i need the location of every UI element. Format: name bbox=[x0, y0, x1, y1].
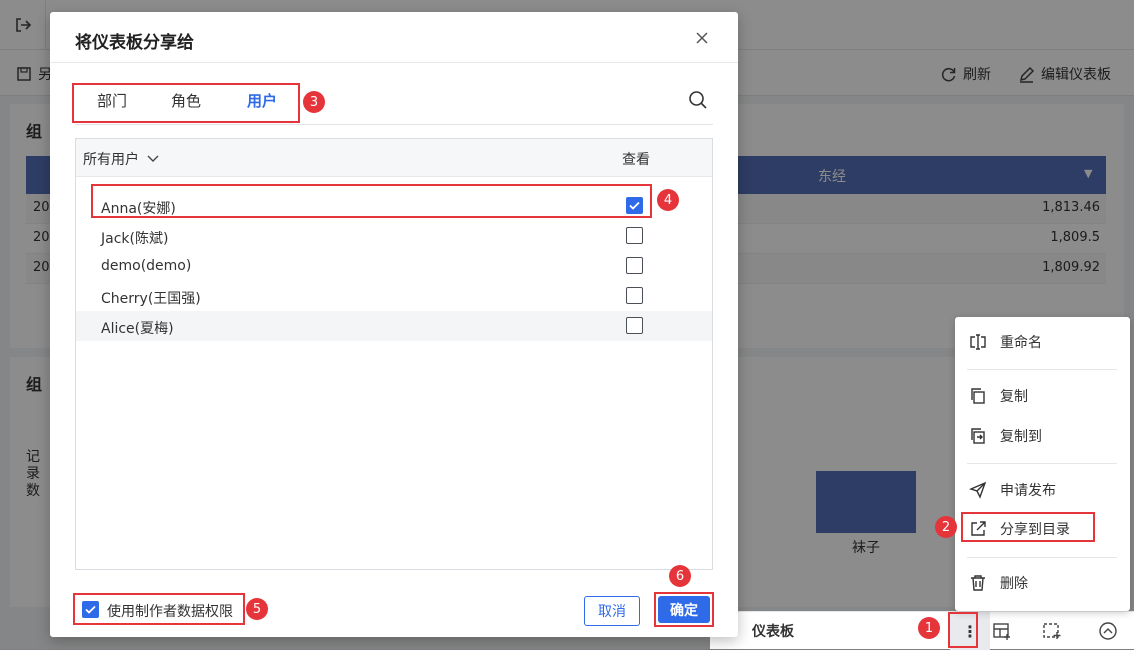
view-column-header: 查看 bbox=[622, 152, 650, 168]
list-header: 所有用户 查看 bbox=[76, 139, 712, 177]
annotation-badge: 2 bbox=[935, 516, 957, 538]
menu-item-label: 复制到 bbox=[1000, 429, 1042, 445]
menu-item-rename[interactable]: 重命名 bbox=[955, 325, 1130, 359]
all-users-dropdown[interactable]: 所有用户 bbox=[83, 149, 159, 169]
rename-icon bbox=[969, 333, 987, 351]
copy-icon bbox=[969, 387, 987, 405]
menu-divider bbox=[967, 369, 1117, 370]
menu-item-delete[interactable]: 删除 bbox=[955, 566, 1130, 600]
user-row[interactable]: Jack(陈斌) bbox=[76, 221, 712, 251]
ok-button[interactable]: 确定 bbox=[658, 596, 710, 623]
view-permission-checkbox[interactable] bbox=[626, 257, 643, 274]
collapse-up-icon[interactable] bbox=[1098, 621, 1118, 645]
annotation-box-tabs bbox=[72, 83, 300, 123]
use-creator-permission-checkbox[interactable] bbox=[82, 601, 99, 618]
dialog-title: 将仪表板分享给 bbox=[75, 33, 194, 53]
menu-item-copy[interactable]: 复制 bbox=[955, 379, 1130, 413]
add-widget-icon[interactable] bbox=[1042, 621, 1062, 645]
menu-item-copy-to[interactable]: 复制到 bbox=[955, 419, 1130, 453]
user-name: demo(demo) bbox=[101, 258, 192, 274]
search-icon[interactable] bbox=[688, 90, 708, 114]
list-header-label: 所有用户 bbox=[83, 152, 139, 168]
title-divider bbox=[50, 62, 738, 63]
annotation-box-more bbox=[948, 612, 978, 648]
view-permission-checkbox[interactable] bbox=[626, 317, 643, 334]
annotation-badge: 3 bbox=[303, 91, 325, 113]
menu-divider bbox=[967, 463, 1117, 464]
copy-to-icon bbox=[969, 427, 987, 445]
annotation-box-anna bbox=[91, 184, 652, 218]
user-name: Alice(夏梅) bbox=[101, 321, 174, 337]
user-name: Cherry(王国强) bbox=[101, 291, 201, 307]
user-row[interactable]: Cherry(王国强) bbox=[76, 281, 712, 311]
annotation-badge: 4 bbox=[657, 189, 679, 211]
share-dialog: 将仪表板分享给 部门 角色 用户 3 所有用户 查看 Anna(安娜) Jack(… bbox=[50, 12, 738, 637]
add-component-icon[interactable] bbox=[992, 621, 1012, 645]
annotation-box-share bbox=[961, 512, 1095, 542]
annotation-badge: 5 bbox=[246, 598, 268, 620]
tabs-divider bbox=[75, 124, 713, 125]
cancel-button[interactable]: 取消 bbox=[584, 596, 640, 626]
user-row[interactable]: Alice(夏梅) bbox=[76, 311, 712, 341]
context-menu: 重命名 复制 复制到 申请发布 分享到目录 删除 bbox=[955, 317, 1130, 611]
annotation-badge: 6 bbox=[669, 565, 691, 587]
view-permission-checkbox[interactable] bbox=[626, 227, 643, 244]
user-name: Jack(陈斌) bbox=[101, 231, 169, 247]
menu-item-label: 重命名 bbox=[1000, 335, 1042, 351]
annotation-badge: 1 bbox=[918, 617, 940, 639]
menu-item-label: 申请发布 bbox=[1000, 483, 1056, 499]
dashboard-tab[interactable]: 仪表板 bbox=[752, 621, 794, 641]
menu-item-label: 复制 bbox=[1000, 389, 1028, 405]
send-icon bbox=[969, 481, 987, 499]
chevron-down-icon bbox=[147, 155, 159, 162]
menu-item-request-publish[interactable]: 申请发布 bbox=[955, 473, 1130, 507]
menu-divider bbox=[967, 557, 1117, 558]
user-row[interactable]: demo(demo) bbox=[76, 251, 712, 281]
menu-item-label: 删除 bbox=[1000, 576, 1028, 592]
use-creator-permission-label: 使用制作者数据权限 bbox=[107, 604, 233, 620]
close-icon[interactable] bbox=[692, 28, 712, 48]
view-permission-checkbox[interactable] bbox=[626, 287, 643, 304]
trash-icon bbox=[969, 574, 987, 592]
